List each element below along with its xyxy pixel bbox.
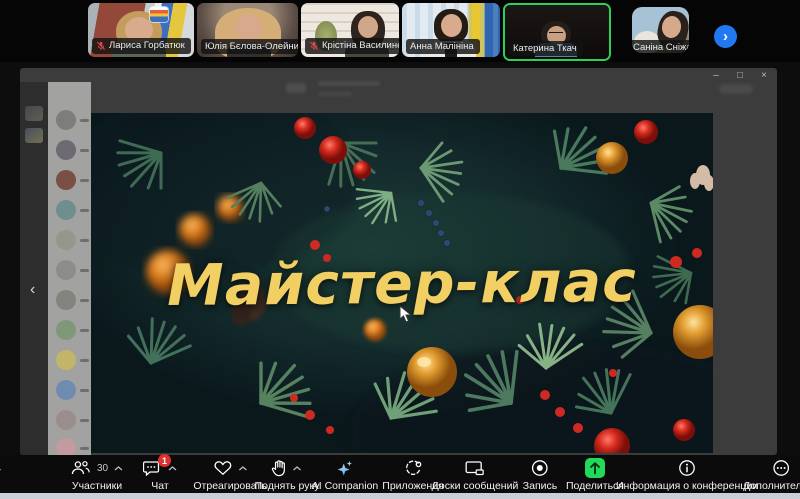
participant-name-tag: Юлія Бєлова-Олейник xyxy=(201,39,298,55)
messenger-chat-list-dimmed xyxy=(48,82,91,455)
participant-tile-anna[interactable]: Анна Малініна xyxy=(402,3,500,57)
toolbar-item-participants[interactable]: 30 Участники xyxy=(71,458,123,492)
whiteboard-icon xyxy=(465,460,485,476)
chevron-up-icon[interactable] xyxy=(0,466,2,471)
participant-name: Саніна Сніжана xyxy=(633,43,689,53)
chevron-up-icon[interactable] xyxy=(293,466,302,471)
chat-list-item[interactable] xyxy=(56,380,89,400)
school-logo xyxy=(150,7,168,22)
chat-list-item[interactable] xyxy=(56,438,89,455)
chevron-up-icon[interactable] xyxy=(238,466,247,471)
muted-mic-icon xyxy=(96,41,106,51)
participant-name: Катерина Ткач xyxy=(513,44,577,54)
info-icon xyxy=(678,459,696,477)
toolbar-label: AI Companion xyxy=(312,480,379,492)
blurred-call-icons xyxy=(719,84,753,94)
maximize-icon[interactable]: □ xyxy=(733,70,747,81)
toolbar-label: Участники xyxy=(72,480,122,492)
participants-icon xyxy=(71,460,90,476)
participants-strip: Лариса Горбатюк Юлія Бєлова-Олейник Кріс… xyxy=(0,0,800,62)
participant-name-tag: Катерина Ткач xyxy=(509,41,583,57)
toolbar-label: Доски сообщений xyxy=(432,480,519,492)
nav-thumbnail[interactable] xyxy=(25,106,43,121)
participant-tile-larysa[interactable]: Лариса Горбатюк xyxy=(88,3,194,57)
participant-name: Крістіна Василинець xyxy=(322,41,399,51)
blurred-avatar xyxy=(286,83,306,93)
heart-icon xyxy=(213,460,232,476)
blurred-chat-subtitle xyxy=(318,92,352,96)
toolbar-item-raise-hand[interactable]: Поднять руку xyxy=(255,458,320,492)
shared-screen: – □ × ‹ xyxy=(20,68,777,455)
zoom-meeting-window: Лариса Горбатюк Юлія Бєлова-Олейник Кріс… xyxy=(0,0,800,499)
chat-list-item[interactable] xyxy=(56,140,89,160)
chat-list-item[interactable] xyxy=(56,110,89,130)
chat-list-item[interactable] xyxy=(56,260,89,280)
more-options-icon xyxy=(772,459,790,477)
chat-list-item[interactable] xyxy=(56,410,89,430)
participant-tile-sanina[interactable]: Саніна Сніжана xyxy=(632,7,689,53)
chevron-right-icon: › xyxy=(723,29,728,44)
toolbar-label: Чат xyxy=(151,480,168,492)
participant-name-tag: Саніна Сніжана xyxy=(632,40,689,53)
apps-icon xyxy=(404,460,422,477)
next-participants-button[interactable]: › xyxy=(714,25,737,48)
toolbar-item-more[interactable]: Дополнительно xyxy=(743,458,800,492)
taskbar-edge xyxy=(0,493,800,499)
muted-mic-icon xyxy=(309,41,319,51)
nav-thumbnail[interactable] xyxy=(25,128,43,143)
chat-list-item[interactable] xyxy=(56,170,89,190)
participant-tile-yuliia[interactable]: Юлія Бєлова-Олейник xyxy=(197,3,298,57)
participant-name: Анна Малініна xyxy=(410,42,474,52)
chat-list-item[interactable] xyxy=(56,230,89,250)
chat-list-item[interactable] xyxy=(56,200,89,220)
shared-slide-image: Майстер-клас xyxy=(91,113,713,453)
toolbar-item-whiteboards[interactable]: Доски сообщений xyxy=(432,458,519,492)
messenger-left-nav: ‹ xyxy=(20,82,48,455)
blurred-chat-title xyxy=(318,81,380,86)
close-icon[interactable]: × xyxy=(757,70,771,81)
record-icon xyxy=(531,459,549,477)
shared-window-controls: – □ × xyxy=(709,70,771,81)
participant-name-tag: Анна Малініна xyxy=(406,39,480,55)
participant-name: Лариса Горбатюк xyxy=(109,41,185,51)
minimize-icon[interactable]: – xyxy=(709,70,723,81)
chevron-up-icon[interactable] xyxy=(168,466,177,471)
toolbar-item-meeting-info[interactable]: Информация о конференции xyxy=(616,458,758,492)
chat-unread-badge: 1 xyxy=(158,454,171,467)
toolbar-label: Поднять руку xyxy=(255,480,320,492)
toolbar-label: Дополнительно xyxy=(743,480,800,492)
chat-list-item[interactable] xyxy=(56,320,89,340)
toolbar-item-record[interactable]: Запись xyxy=(523,458,557,492)
meeting-toolbar: Видео 30 Участники 1 Чат xyxy=(0,455,800,493)
toolbar-label: Информация о конференции xyxy=(616,480,758,492)
toolbar-item-ai-companion[interactable]: AI Companion xyxy=(312,458,379,492)
participant-name-tag: Лариса Горбатюк xyxy=(92,38,191,54)
participant-tile-kristina[interactable]: Крістіна Василинець xyxy=(301,3,399,57)
participants-count: 30 xyxy=(97,463,108,474)
raised-hand-icon xyxy=(272,460,287,477)
chevron-up-icon[interactable] xyxy=(114,466,123,471)
chat-list-item[interactable] xyxy=(56,290,89,310)
chevron-left-icon[interactable]: ‹ xyxy=(30,282,35,298)
share-screen-icon xyxy=(585,458,605,478)
participant-name-tag: Крістіна Василинець xyxy=(305,38,399,54)
chat-list-item[interactable] xyxy=(56,350,89,370)
toolbar-item-video[interactable]: Видео xyxy=(0,458,2,492)
ai-companion-sparkle-icon xyxy=(336,460,354,477)
toolbar-label: Запись xyxy=(523,480,557,492)
toolbar-item-chat[interactable]: 1 Чат xyxy=(143,458,177,492)
participant-name: Юлія Бєлова-Олейник xyxy=(205,42,298,52)
participant-tile-kateryna-active-speaker[interactable]: Катерина Ткач xyxy=(503,3,611,61)
